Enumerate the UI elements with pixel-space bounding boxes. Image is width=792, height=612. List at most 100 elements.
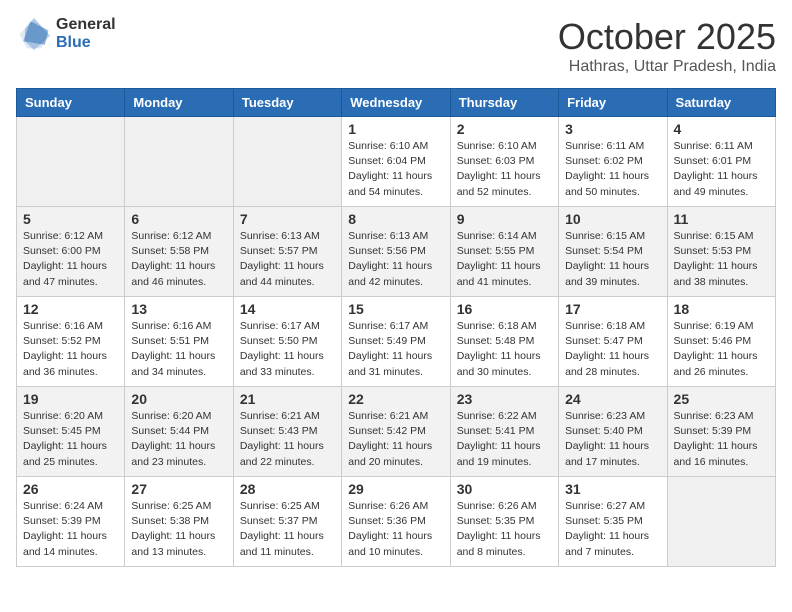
cell-day-number: 16	[457, 301, 552, 317]
calendar-cell	[667, 477, 775, 567]
calendar-cell: 23 Sunrise: 6:22 AMSunset: 5:41 PMDayligh…	[450, 387, 558, 477]
weekday-header-friday: Friday	[559, 89, 667, 117]
location-text: Hathras, Uttar Pradesh, India	[558, 58, 776, 76]
cell-day-number: 11	[674, 211, 769, 227]
cell-info: Sunrise: 6:14 AMSunset: 5:55 PMDaylight:…	[457, 229, 552, 290]
cell-info: Sunrise: 6:19 AMSunset: 5:46 PMDaylight:…	[674, 319, 769, 380]
cell-info: Sunrise: 6:21 AMSunset: 5:42 PMDaylight:…	[348, 409, 443, 470]
cell-info: Sunrise: 6:13 AMSunset: 5:56 PMDaylight:…	[348, 229, 443, 290]
cell-day-number: 23	[457, 391, 552, 407]
cell-day-number: 29	[348, 481, 443, 497]
calendar-cell: 25Sunrise: 6:23 AMSunset: 5:39 PMDayligh…	[667, 387, 775, 477]
calendar-week-3: 12 Sunrise: 6:16 AMSunset: 5:52 PMDayligh…	[17, 297, 776, 387]
cell-day-number: 24	[565, 391, 660, 407]
page-header: General Blue October 2025 Hathras, Uttar…	[16, 16, 776, 76]
calendar-cell: 18Sunrise: 6:19 AMSunset: 5:46 PMDayligh…	[667, 297, 775, 387]
calendar-cell: 2 Sunrise: 6:10 AMSunset: 6:03 PMDaylight…	[450, 117, 558, 207]
cell-info: Sunrise: 6:26 AMSunset: 5:35 PMDaylight:…	[457, 499, 552, 560]
cell-day-number: 27	[131, 481, 226, 497]
cell-info: Sunrise: 6:13 AMSunset: 5:57 PMDaylight:…	[240, 229, 335, 290]
cell-day-number: 26	[23, 481, 118, 497]
cell-info: Sunrise: 6:18 AMSunset: 5:48 PMDaylight:…	[457, 319, 552, 380]
cell-info: Sunrise: 6:18 AMSunset: 5:47 PMDaylight:…	[565, 319, 660, 380]
cell-info: Sunrise: 6:10 AMSunset: 6:04 PMDaylight:…	[348, 139, 443, 200]
calendar-cell: 16 Sunrise: 6:18 AMSunset: 5:48 PMDayligh…	[450, 297, 558, 387]
weekday-header-tuesday: Tuesday	[233, 89, 341, 117]
calendar-cell	[233, 117, 341, 207]
cell-info: Sunrise: 6:16 AMSunset: 5:52 PMDaylight:…	[23, 319, 118, 380]
calendar-cell: 14Sunrise: 6:17 AMSunset: 5:50 PMDayligh…	[233, 297, 341, 387]
calendar-cell: 24 Sunrise: 6:23 AMSunset: 5:40 PMDayligh…	[559, 387, 667, 477]
logo-text: General Blue	[56, 16, 116, 51]
month-title: October 2025	[558, 16, 776, 58]
logo: General Blue	[16, 16, 116, 52]
calendar-week-2: 5 Sunrise: 6:12 AMSunset: 6:00 PMDaylight…	[17, 207, 776, 297]
calendar-cell: 17 Sunrise: 6:18 AMSunset: 5:47 PMDayligh…	[559, 297, 667, 387]
cell-info: Sunrise: 6:11 AMSunset: 6:02 PMDaylight:…	[565, 139, 660, 200]
calendar-table: SundayMondayTuesdayWednesdayThursdayFrid…	[16, 88, 776, 567]
calendar-cell	[125, 117, 233, 207]
cell-day-number: 22	[348, 391, 443, 407]
cell-info: Sunrise: 6:20 AMSunset: 5:44 PMDaylight:…	[131, 409, 226, 470]
weekday-header-sunday: Sunday	[17, 89, 125, 117]
calendar-cell: 28Sunrise: 6:25 AMSunset: 5:37 PMDayligh…	[233, 477, 341, 567]
logo-icon	[16, 16, 52, 52]
cell-info: Sunrise: 6:23 AMSunset: 5:40 PMDaylight:…	[565, 409, 660, 470]
cell-info: Sunrise: 6:15 AMSunset: 5:54 PMDaylight:…	[565, 229, 660, 290]
calendar-cell: 10Sunrise: 6:15 AMSunset: 5:54 PMDayligh…	[559, 207, 667, 297]
cell-day-number: 6	[131, 211, 226, 227]
cell-day-number: 8	[348, 211, 443, 227]
cell-day-number: 31	[565, 481, 660, 497]
cell-day-number: 2	[457, 121, 552, 137]
calendar-cell: 6 Sunrise: 6:12 AMSunset: 5:58 PMDaylight…	[125, 207, 233, 297]
cell-day-number: 17	[565, 301, 660, 317]
cell-info: Sunrise: 6:27 AMSunset: 5:35 PMDaylight:…	[565, 499, 660, 560]
cell-day-number: 28	[240, 481, 335, 497]
cell-info: Sunrise: 6:10 AMSunset: 6:03 PMDaylight:…	[457, 139, 552, 200]
weekday-header-saturday: Saturday	[667, 89, 775, 117]
cell-day-number: 25	[674, 391, 769, 407]
cell-info: Sunrise: 6:26 AMSunset: 5:36 PMDaylight:…	[348, 499, 443, 560]
cell-info: Sunrise: 6:25 AMSunset: 5:38 PMDaylight:…	[131, 499, 226, 560]
calendar-cell: 20 Sunrise: 6:20 AMSunset: 5:44 PMDayligh…	[125, 387, 233, 477]
calendar-cell: 31 Sunrise: 6:27 AMSunset: 5:35 PMDayligh…	[559, 477, 667, 567]
calendar-cell: 21Sunrise: 6:21 AMSunset: 5:43 PMDayligh…	[233, 387, 341, 477]
calendar-week-1: 1 Sunrise: 6:10 AMSunset: 6:04 PMDaylight…	[17, 117, 776, 207]
cell-info: Sunrise: 6:12 AMSunset: 5:58 PMDaylight:…	[131, 229, 226, 290]
weekday-header-thursday: Thursday	[450, 89, 558, 117]
cell-day-number: 15	[348, 301, 443, 317]
cell-day-number: 3	[565, 121, 660, 137]
cell-day-number: 19	[23, 391, 118, 407]
cell-day-number: 14	[240, 301, 335, 317]
title-block: October 2025 Hathras, Uttar Pradesh, Ind…	[558, 16, 776, 76]
weekday-header-wednesday: Wednesday	[342, 89, 450, 117]
calendar-cell: 1 Sunrise: 6:10 AMSunset: 6:04 PMDaylight…	[342, 117, 450, 207]
cell-info: Sunrise: 6:22 AMSunset: 5:41 PMDaylight:…	[457, 409, 552, 470]
cell-day-number: 13	[131, 301, 226, 317]
calendar-cell: 26Sunrise: 6:24 AMSunset: 5:39 PMDayligh…	[17, 477, 125, 567]
cell-day-number: 4	[674, 121, 769, 137]
calendar-cell: 15 Sunrise: 6:17 AMSunset: 5:49 PMDayligh…	[342, 297, 450, 387]
calendar-cell: 3 Sunrise: 6:11 AMSunset: 6:02 PMDaylight…	[559, 117, 667, 207]
calendar-week-5: 26Sunrise: 6:24 AMSunset: 5:39 PMDayligh…	[17, 477, 776, 567]
cell-info: Sunrise: 6:15 AMSunset: 5:53 PMDaylight:…	[674, 229, 769, 290]
cell-day-number: 5	[23, 211, 118, 227]
calendar-cell: 5 Sunrise: 6:12 AMSunset: 6:00 PMDaylight…	[17, 207, 125, 297]
cell-info: Sunrise: 6:16 AMSunset: 5:51 PMDaylight:…	[131, 319, 226, 380]
calendar-body: 1 Sunrise: 6:10 AMSunset: 6:04 PMDaylight…	[17, 117, 776, 567]
cell-info: Sunrise: 6:17 AMSunset: 5:49 PMDaylight:…	[348, 319, 443, 380]
calendar-header: SundayMondayTuesdayWednesdayThursdayFrid…	[17, 89, 776, 117]
calendar-cell: 29 Sunrise: 6:26 AMSunset: 5:36 PMDayligh…	[342, 477, 450, 567]
cell-day-number: 30	[457, 481, 552, 497]
cell-info: Sunrise: 6:21 AMSunset: 5:43 PMDaylight:…	[240, 409, 335, 470]
calendar-cell	[17, 117, 125, 207]
calendar-cell: 22 Sunrise: 6:21 AMSunset: 5:42 PMDayligh…	[342, 387, 450, 477]
cell-day-number: 12	[23, 301, 118, 317]
cell-day-number: 1	[348, 121, 443, 137]
calendar-cell: 7Sunrise: 6:13 AMSunset: 5:57 PMDaylight…	[233, 207, 341, 297]
calendar-cell: 27 Sunrise: 6:25 AMSunset: 5:38 PMDayligh…	[125, 477, 233, 567]
cell-info: Sunrise: 6:12 AMSunset: 6:00 PMDaylight:…	[23, 229, 118, 290]
weekday-row: SundayMondayTuesdayWednesdayThursdayFrid…	[17, 89, 776, 117]
cell-day-number: 20	[131, 391, 226, 407]
cell-day-number: 9	[457, 211, 552, 227]
